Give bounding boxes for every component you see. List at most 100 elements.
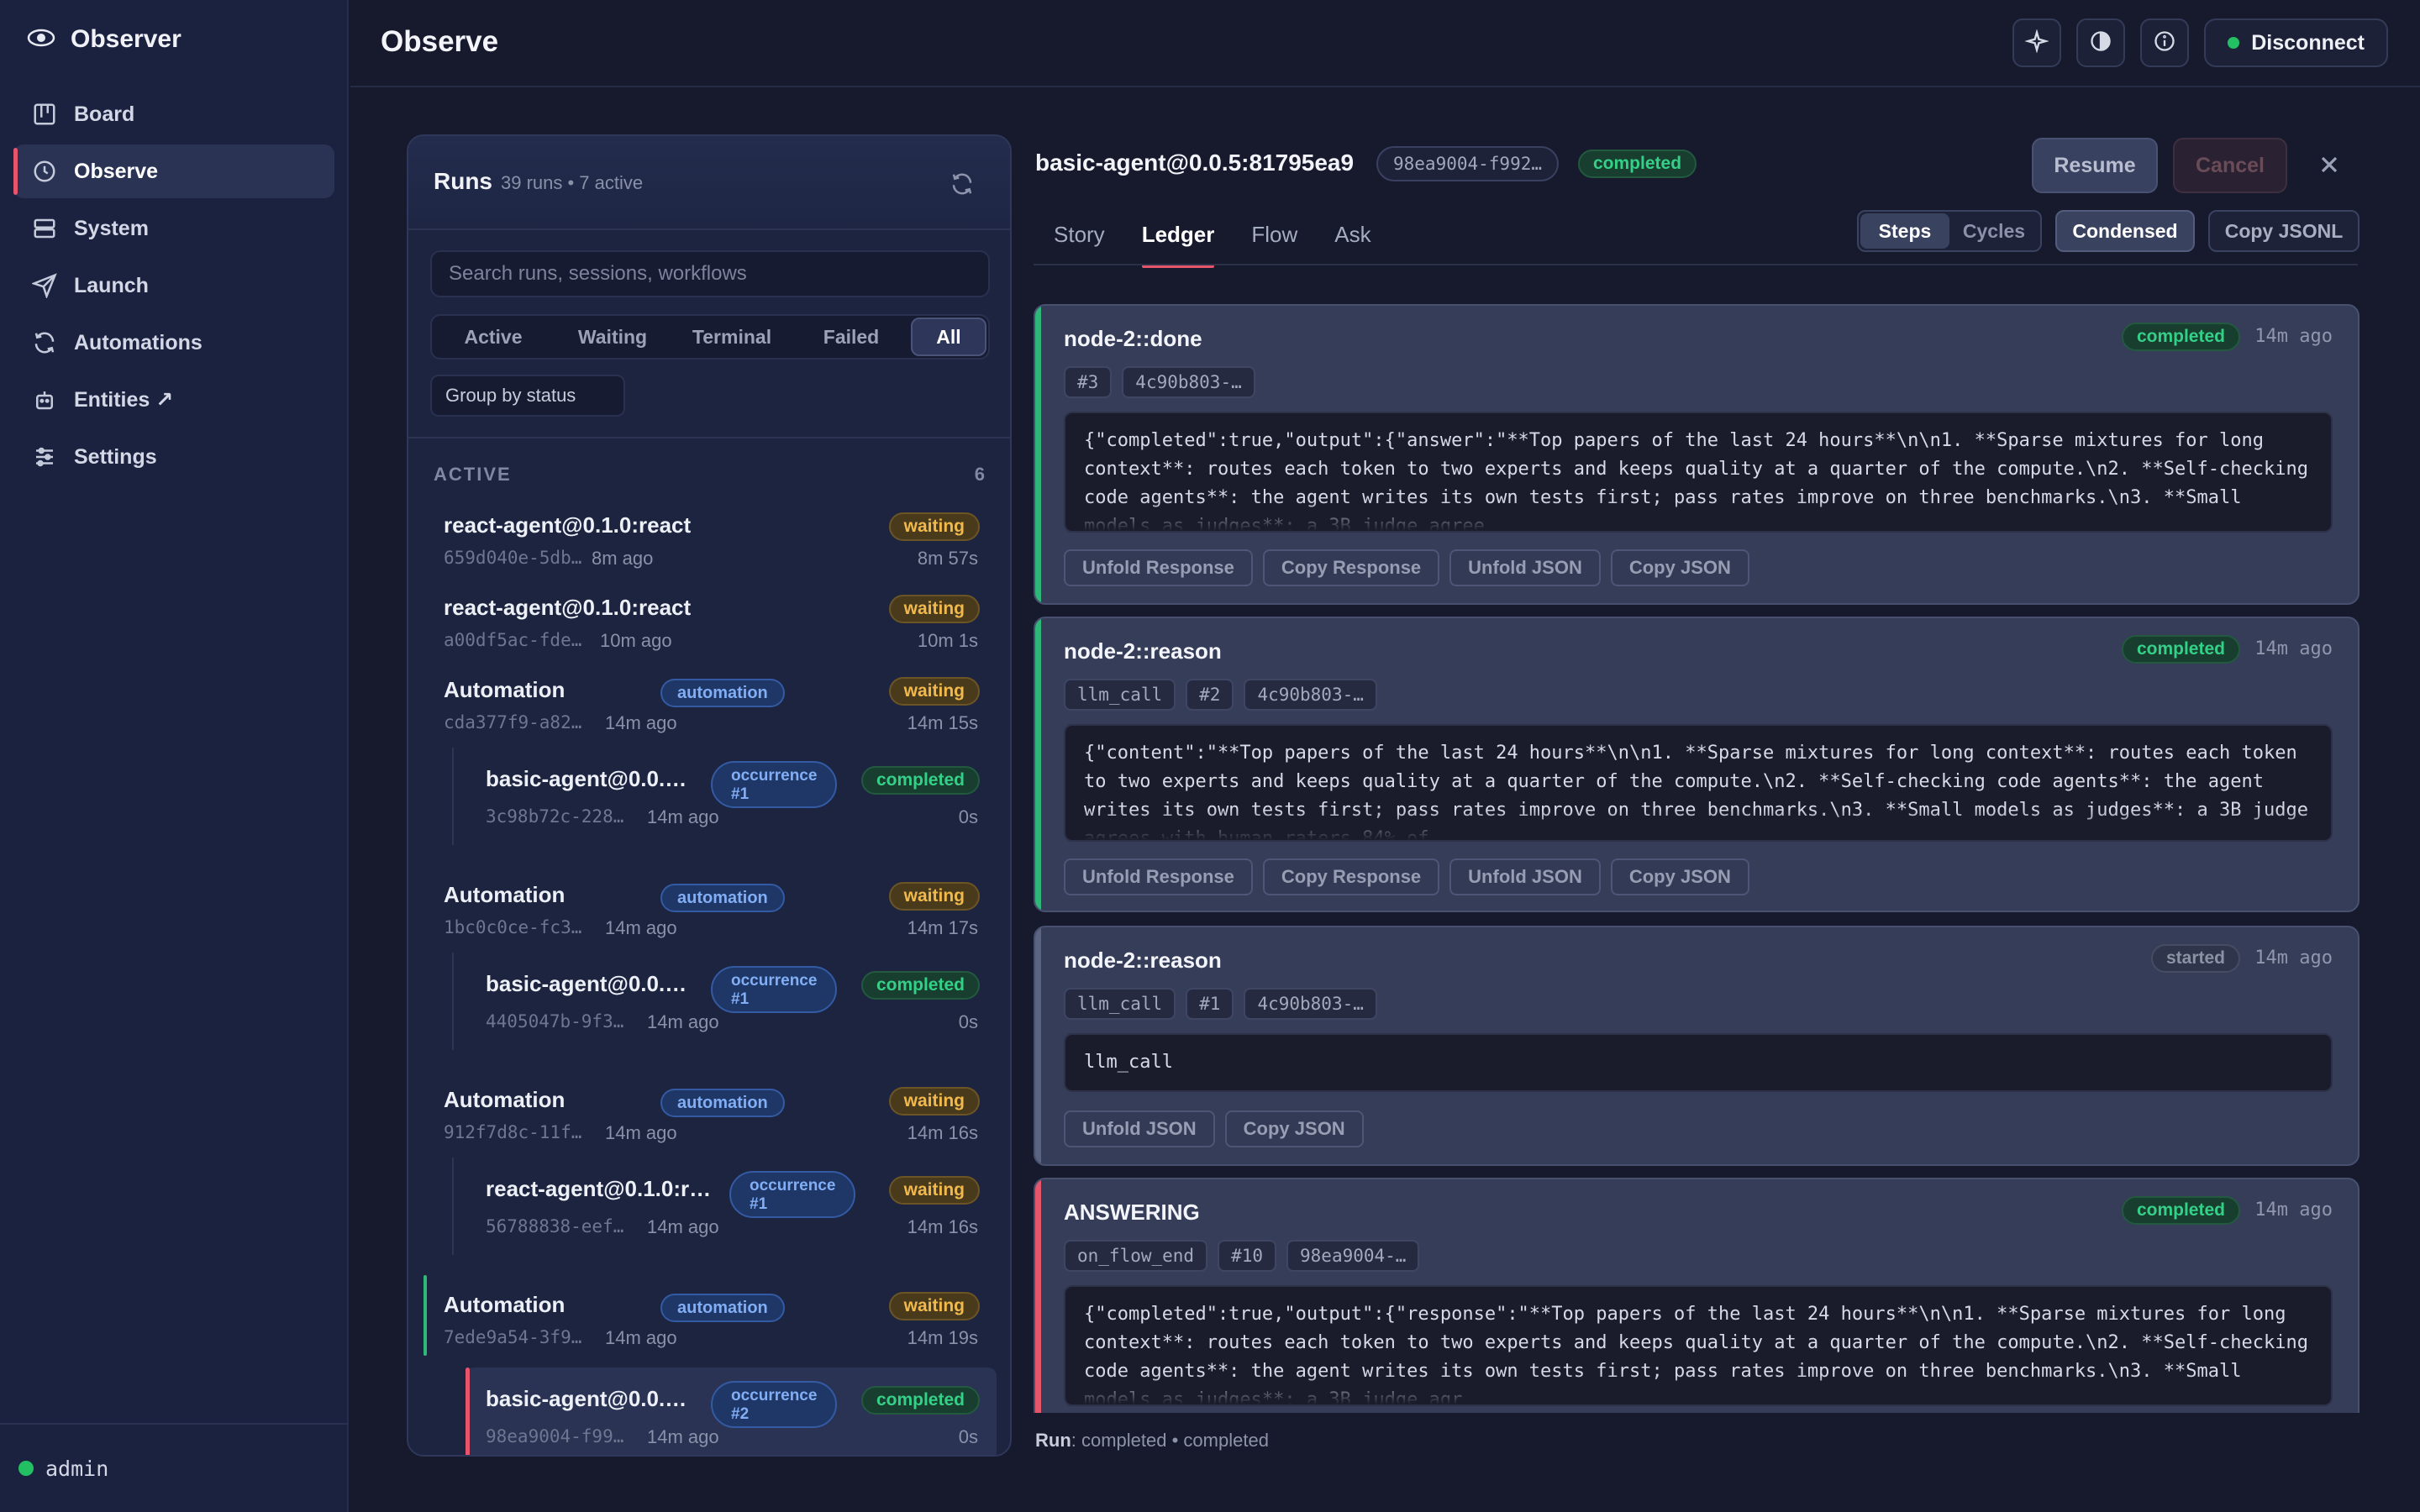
unfold-json-button[interactable]: Unfold JSON — [1449, 549, 1601, 586]
refresh-icon — [32, 330, 57, 355]
sidebar-item-automations[interactable]: Automations — [13, 316, 334, 370]
sidebar-item-launch[interactable]: Launch — [13, 259, 334, 312]
run-row[interactable]: Automation automation 7ede9a54-3f9… 14m … — [408, 1280, 1010, 1362]
status-badge: waiting — [888, 595, 980, 623]
tab-flow[interactable]: Flow — [1233, 215, 1316, 268]
sidebar-item-label: Entities ↗ — [74, 388, 174, 412]
chip: 4c90b803-… — [1122, 366, 1255, 398]
robot-icon — [32, 387, 57, 412]
run-id: 7ede9a54-3f9… — [444, 1327, 582, 1347]
run-row-selected[interactable]: basic-agent@0.0.… occurrence #2 98ea9004… — [466, 1368, 997, 1455]
disconnect-button[interactable]: Disconnect — [2204, 18, 2388, 67]
run-row[interactable]: react-agent@0.1.0:react a00df5ac-fde… 10… — [408, 583, 1010, 665]
run-row[interactable]: react-agent@0.1.0:react 659d040e-5db… 8m… — [408, 501, 1010, 583]
run-ago: 14m ago — [647, 806, 719, 827]
close-icon[interactable] — [2316, 151, 2343, 178]
detail-tabs: Story Ledger Flow Ask — [1035, 215, 1390, 268]
user-footer[interactable]: admin — [0, 1423, 349, 1512]
run-id: 98ea9004-f99… — [486, 1426, 624, 1446]
run-row[interactable]: Automation automation cda377f9-a82… 14m … — [408, 665, 1010, 748]
theme-toggle-button[interactable] — [2076, 18, 2126, 67]
copy-json-button[interactable]: Copy JSON — [1610, 549, 1749, 586]
brand[interactable]: Observer — [27, 25, 182, 54]
run-id: a00df5ac-fde… — [444, 630, 582, 650]
status-badge: completed — [860, 971, 980, 1000]
run-detail-title: basic-agent@0.0.5:81795ea9 — [1035, 150, 1355, 176]
chip: llm_call — [1064, 988, 1176, 1020]
occurrence-tag: occurrence #2 — [711, 1381, 837, 1428]
sidebar-item-entities[interactable]: Entities ↗ — [13, 373, 334, 427]
send-icon — [32, 273, 57, 298]
filter-failed[interactable]: Failed — [792, 318, 911, 356]
copy-jsonl-button[interactable]: Copy JSONL — [2208, 210, 2360, 252]
status-badge: waiting — [888, 1176, 980, 1205]
run-footer: Run: completed • completed — [1035, 1430, 1269, 1452]
occurrence-tag: occurrence #1 — [711, 761, 837, 808]
run-row[interactable]: Automation automation 912f7d8c-11f… 14m … — [408, 1075, 1010, 1158]
sidebar-item-observe[interactable]: Observe — [13, 144, 334, 198]
run-id-chip[interactable]: 98ea9004-f992… — [1376, 146, 1560, 181]
run-elapsed: 8m 57s — [917, 548, 978, 569]
run-name: basic-agent@0.0.… — [486, 971, 687, 996]
ledger-card: node-2::done completed 14m ago #3 4c90b8… — [1034, 304, 2360, 605]
status-filter: Active Waiting Terminal Failed All — [430, 314, 990, 360]
copy-json-button[interactable]: Copy JSON — [1610, 858, 1749, 895]
run-elapsed: 14m 15s — [907, 712, 978, 733]
run-id: 912f7d8c-11f… — [444, 1122, 582, 1142]
unfold-json-button[interactable]: Unfold JSON — [1064, 1110, 1215, 1147]
run-id: 4405047b-9f3… — [486, 1011, 624, 1032]
run-footer-text: : completed • completed — [1071, 1430, 1269, 1451]
sidebar-item-board[interactable]: Board — [13, 87, 334, 141]
copy-json-button[interactable]: Copy JSON — [1224, 1110, 1364, 1147]
status-badge: completed — [2121, 1196, 2240, 1225]
run-elapsed: 14m 17s — [907, 917, 978, 938]
info-button[interactable] — [2140, 18, 2190, 67]
status-badge: waiting — [888, 882, 980, 911]
sidebar-item-system[interactable]: System — [13, 202, 334, 255]
tab-ledger[interactable]: Ledger — [1123, 215, 1234, 268]
disconnect-label: Disconnect — [2251, 30, 2365, 55]
sparkle-button[interactable] — [2012, 18, 2062, 67]
run-row[interactable]: basic-agent@0.0.… occurrence #1 3c98b72c… — [408, 748, 1010, 845]
group-by-select[interactable]: Group by status — [430, 375, 625, 417]
unfold-response-button[interactable]: Unfold Response — [1064, 858, 1253, 895]
status-badge: waiting — [888, 677, 980, 706]
sparkle-icon — [2024, 28, 2049, 57]
filter-waiting[interactable]: Waiting — [553, 318, 672, 356]
card-actions: Unfold Response Copy Response Unfold JSO… — [1064, 549, 1749, 586]
run-elapsed: 14m 16s — [907, 1122, 978, 1143]
sidebar-item-settings[interactable]: Settings — [13, 430, 334, 484]
condensed-button[interactable]: Condensed — [2055, 210, 2195, 252]
copy-response-button[interactable]: Copy Response — [1262, 858, 1440, 895]
copy-response-button[interactable]: Copy Response — [1262, 549, 1440, 586]
cycles-toggle[interactable]: Cycles — [1949, 213, 2039, 249]
automation-tag: automation — [660, 679, 785, 707]
runs-search-input[interactable] — [430, 250, 990, 297]
server-icon — [32, 216, 57, 241]
card-chips: on_flow_end #10 98ea9004-… — [1064, 1240, 1420, 1272]
run-row[interactable]: Automation automation 1bc0c0ce-fc3… 14m … — [408, 870, 1010, 953]
chip: 4c90b803-… — [1244, 988, 1377, 1020]
filter-all[interactable]: All — [911, 318, 986, 356]
status-badge: waiting — [888, 1087, 980, 1116]
run-row[interactable]: basic-agent@0.0.… occurrence #1 4405047b… — [408, 953, 1010, 1050]
filter-terminal[interactable]: Terminal — [672, 318, 792, 356]
runs-meta: 39 runs • 7 active — [501, 172, 644, 193]
unfold-json-button[interactable]: Unfold JSON — [1449, 858, 1601, 895]
card-payload: {"completed":true,"output":{"response":"… — [1064, 1285, 2333, 1406]
run-row[interactable]: react-agent@0.1.0:r… occurrence #1 56788… — [408, 1158, 1010, 1255]
run-id: 1bc0c0ce-fc3… — [444, 917, 582, 937]
filter-active[interactable]: Active — [434, 318, 553, 356]
resume-button[interactable]: Resume — [2032, 138, 2158, 193]
card-time: 14m ago — [2254, 638, 2333, 659]
run-id: 56788838-eef… — [486, 1216, 624, 1236]
clock-icon — [32, 159, 57, 184]
run-ago: 14m ago — [647, 1426, 719, 1447]
cancel-button[interactable]: Cancel — [2173, 138, 2287, 193]
tab-story[interactable]: Story — [1035, 215, 1123, 268]
tab-ask[interactable]: Ask — [1316, 215, 1389, 268]
refresh-runs-icon[interactable] — [950, 171, 975, 197]
unfold-response-button[interactable]: Unfold Response — [1064, 549, 1253, 586]
steps-toggle[interactable]: Steps — [1860, 213, 1949, 249]
chip: #2 — [1186, 679, 1234, 711]
